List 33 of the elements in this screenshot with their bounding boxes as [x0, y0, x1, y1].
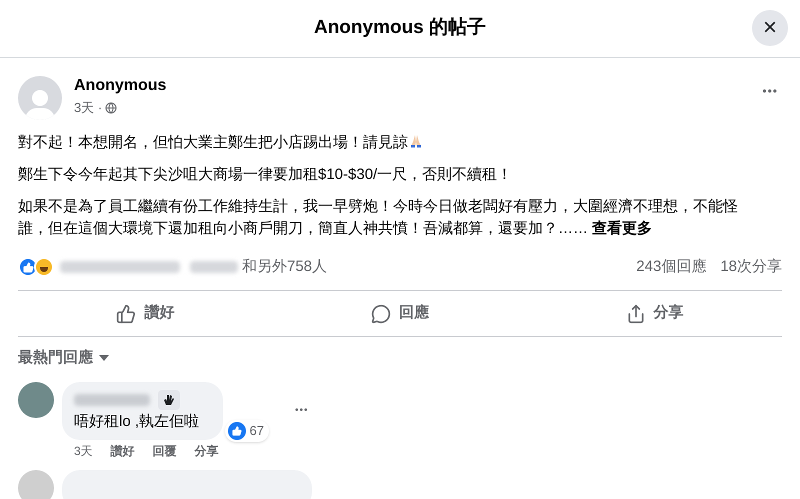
- dialog-title: Anonymous 的帖子: [314, 16, 486, 40]
- comments-count[interactable]: 243個回應: [636, 256, 706, 278]
- waving-hand-icon: [158, 390, 180, 410]
- sort-comments-dropdown[interactable]: 最熱門回應: [18, 347, 109, 370]
- see-more-link[interactable]: 查看更多: [592, 220, 652, 237]
- speech-bubble-icon: [371, 304, 391, 324]
- globe-icon: [105, 102, 118, 114]
- avatar-silhouette: [18, 76, 62, 120]
- commenter-avatar: [18, 470, 54, 499]
- thumbs-up-icon: [116, 304, 136, 324]
- caret-down-icon: [99, 355, 109, 362]
- like-action-button[interactable]: 讚好: [18, 296, 273, 332]
- comment-options-button[interactable]: •••: [295, 403, 309, 418]
- reactions-count[interactable]: 和另外758人: [242, 256, 328, 278]
- comment-action-link[interactable]: 讚好: [110, 442, 135, 460]
- praying-hands-icon: [408, 133, 424, 149]
- comment-action-link[interactable]: 分享: [194, 442, 219, 460]
- close-button[interactable]: ×: [752, 10, 788, 46]
- shares-count[interactable]: 18次分享: [720, 256, 782, 278]
- post-paragraph: 對不起！本想開名，但怕大業主鄭生把小店踢出場！請見諒: [18, 132, 782, 154]
- post-time[interactable]: 3天 ·: [74, 98, 102, 118]
- comment-text: 唔好租lo ,執左佢啦: [74, 412, 200, 432]
- comment-time: 3天: [74, 442, 93, 460]
- redacted-name: [190, 261, 238, 273]
- comment-action-button[interactable]: 回應: [272, 296, 528, 332]
- comment-like-count[interactable]: 67: [250, 421, 266, 440]
- commenter-avatar: [18, 382, 54, 418]
- more-options-button[interactable]: •••: [762, 82, 778, 100]
- author-name[interactable]: Anonymous: [74, 76, 750, 96]
- post-paragraph: 鄭生下令今年起其下尖沙咀大商場一律要加租$10-$30/一尺，否則不續租！: [18, 165, 514, 185]
- post-paragraph: 如果不是為了員工繼續有份工作維持生計，我一早劈炮！今時今日做老闆好有壓力，大圍經濟不理想，不能怪誰，但在這個大環境下還加租向小商戶開刀，簡直人神共憤！吾減都算，還要加？…… 查看更多: [18, 197, 739, 239]
- comment-action-link[interactable]: 回覆: [152, 442, 177, 460]
- share-action-button[interactable]: 分享: [527, 296, 782, 332]
